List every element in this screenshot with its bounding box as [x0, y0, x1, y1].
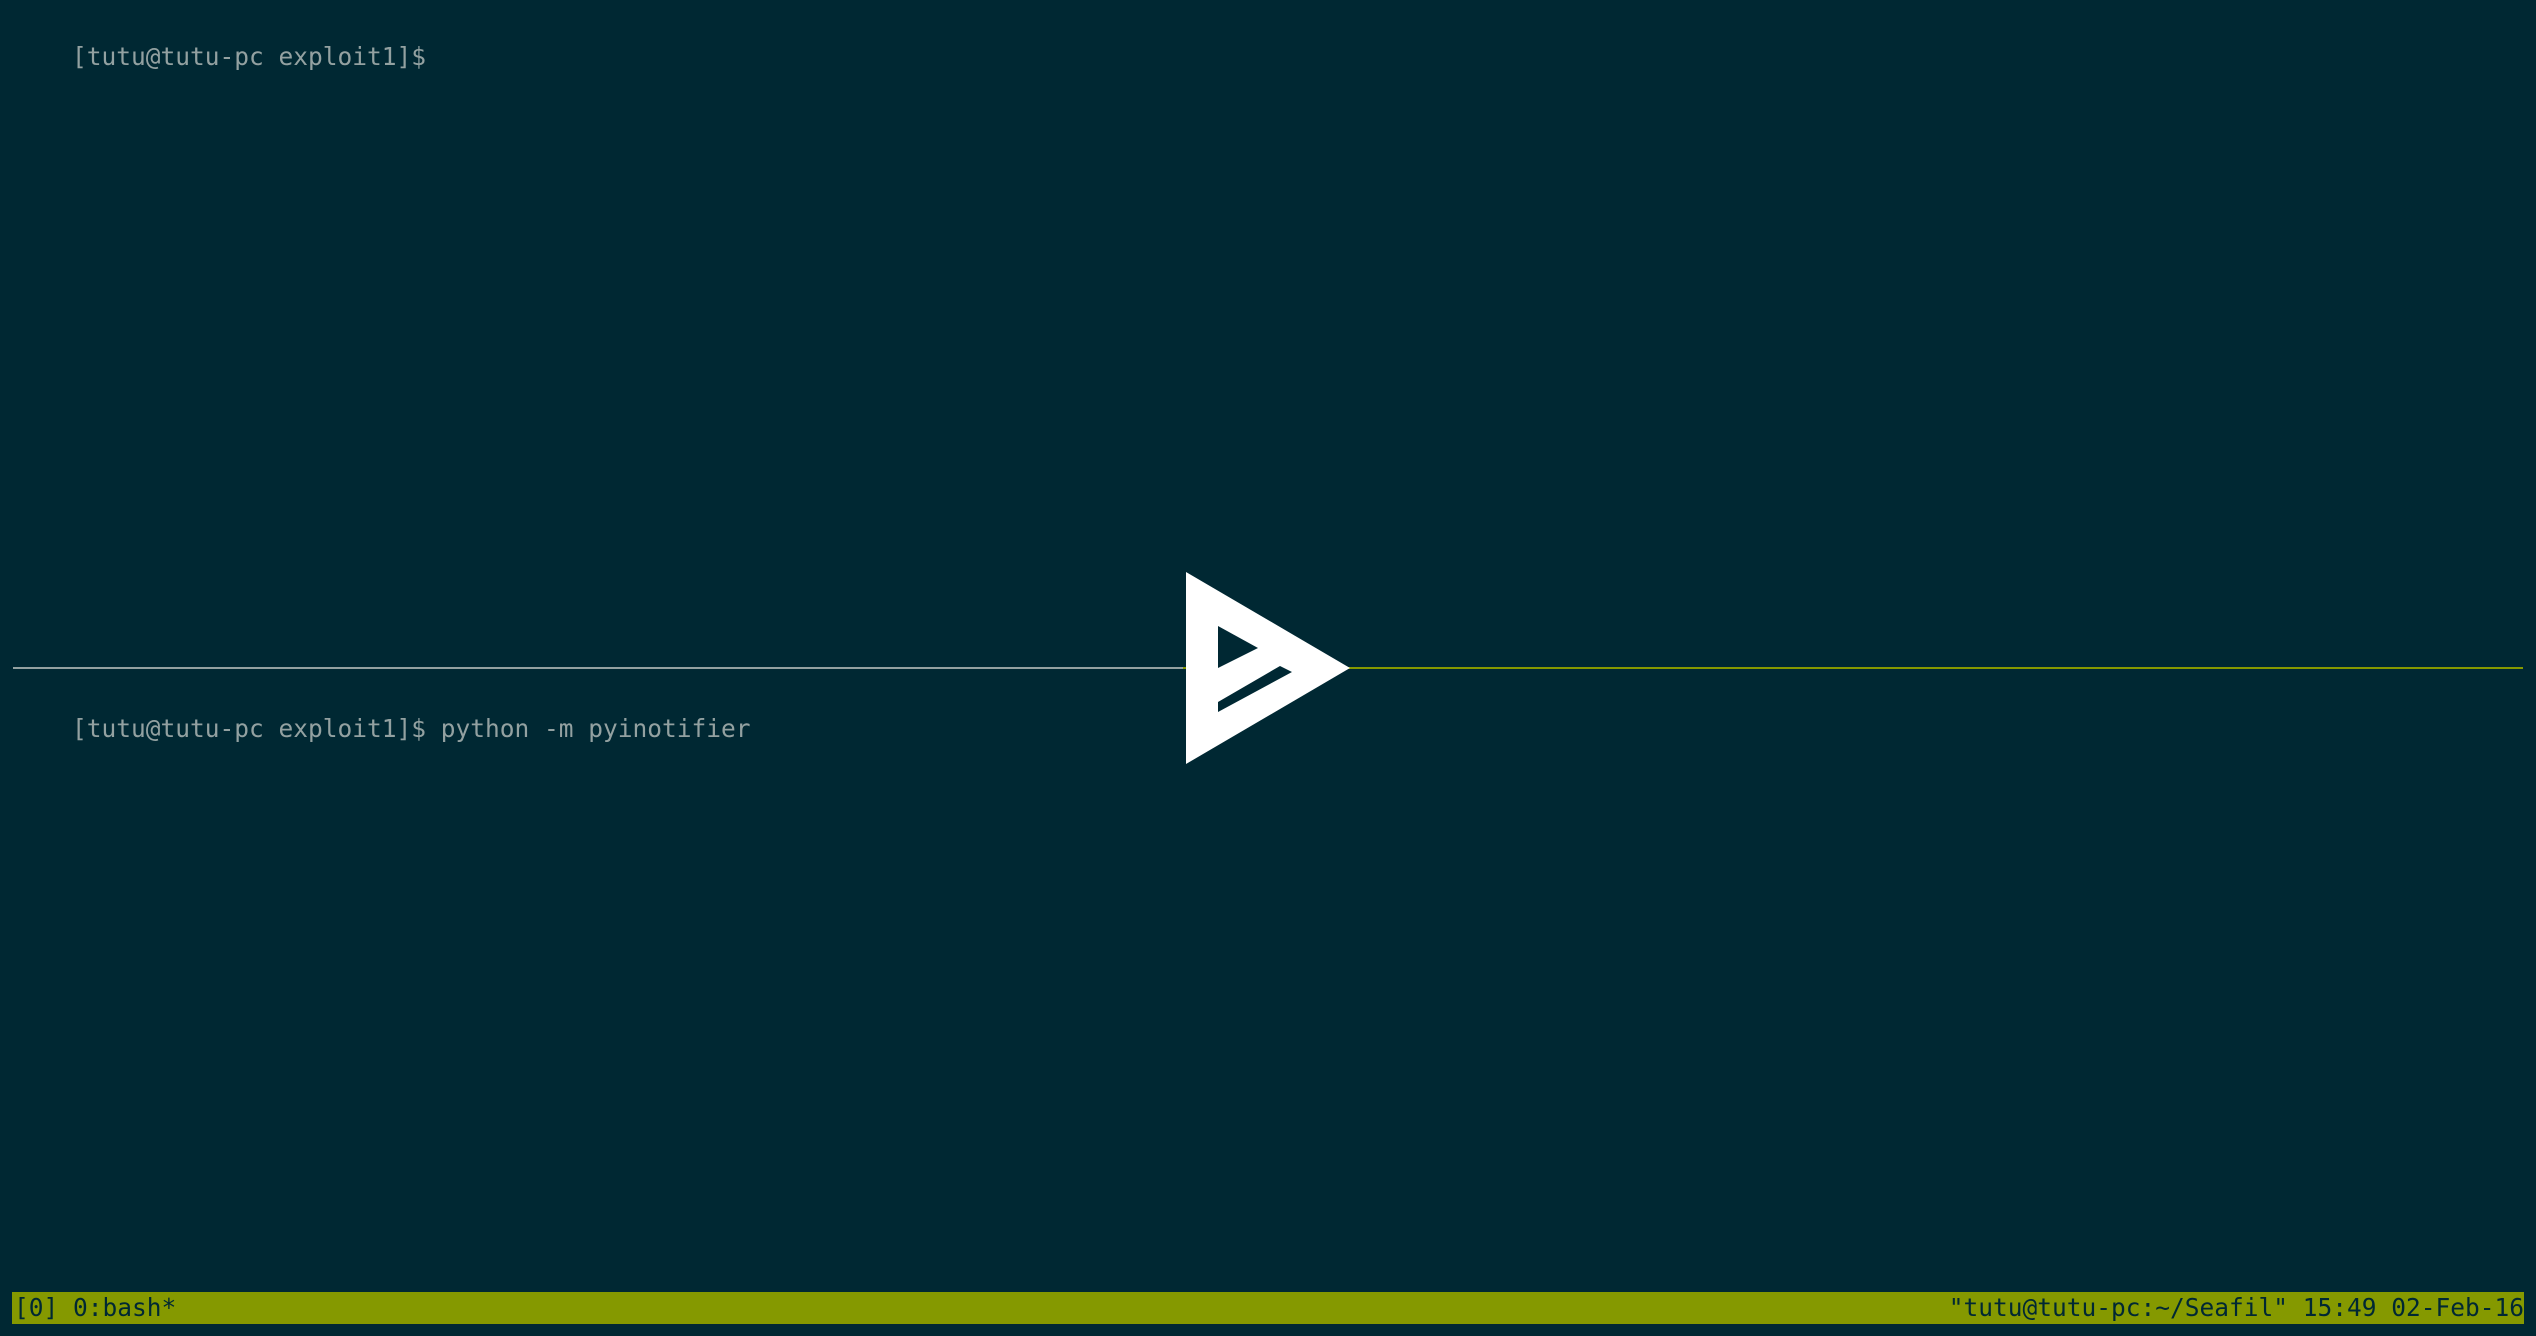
tmux-status-bar: [0] 0:bash* "tutu@tutu-pc:~/Seafil" 15:4…: [12, 1292, 2524, 1324]
bottom-pane[interactable]: [tutu@tutu-pc exploit1]$ python -m pyino…: [13, 684, 751, 774]
status-window-list[interactable]: [0] 0:bash*: [14, 1292, 176, 1324]
bottom-pane-prompt: [tutu@tutu-pc exploit1]$: [72, 714, 427, 743]
top-pane-prompt: [tutu@tutu-pc exploit1]$: [72, 42, 427, 71]
play-icon[interactable]: [1180, 568, 1352, 768]
status-host-time: "tutu@tutu-pc:~/Seafil" 15:49 02-Feb-16: [1948, 1293, 2524, 1322]
terminal-window[interactable]: [tutu@tutu-pc exploit1]$ [tutu@tutu-pc e…: [0, 0, 2536, 1336]
pane-divider-active: [1183, 667, 2523, 669]
pane-divider-inactive: [13, 667, 1183, 669]
top-pane[interactable]: [tutu@tutu-pc exploit1]$: [13, 12, 426, 102]
bottom-pane-command: python -m pyinotifier: [426, 714, 751, 743]
